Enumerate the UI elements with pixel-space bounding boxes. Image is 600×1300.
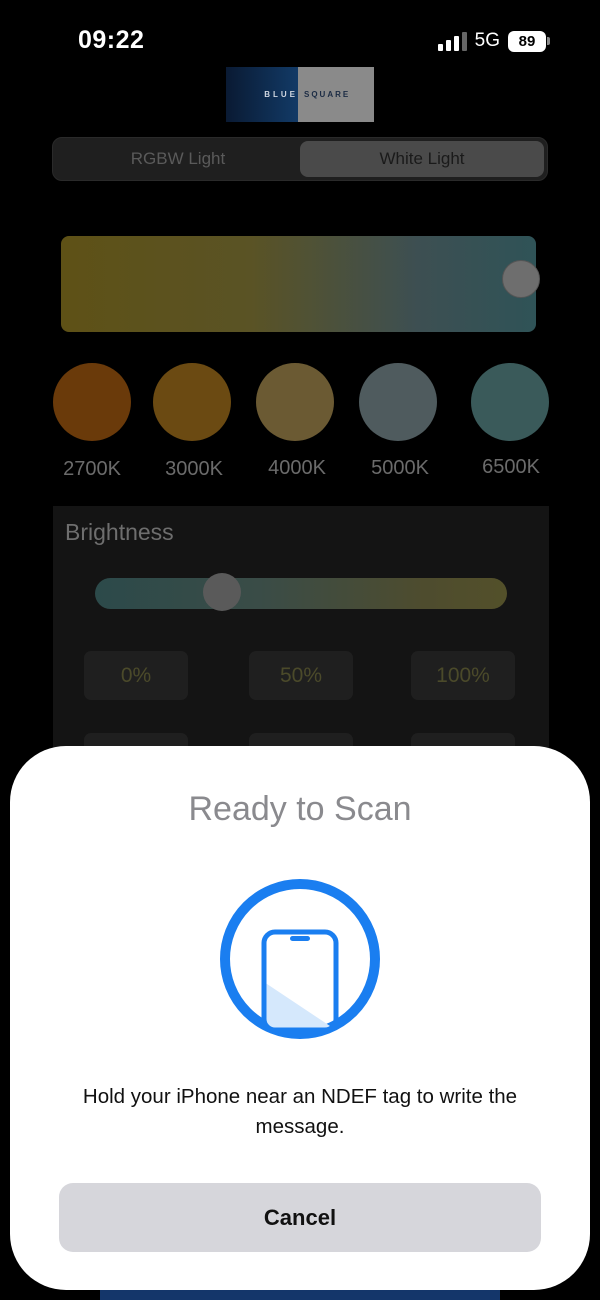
brightness-slider[interactable] — [95, 578, 507, 609]
network-type: 5G — [474, 30, 500, 51]
light-mode-segmented-control: RGBW Light White Light — [52, 137, 548, 181]
battery-icon: 89 — [508, 30, 550, 52]
sheet-title: Ready to Scan — [188, 790, 412, 828]
tab-white-light[interactable]: White Light — [300, 141, 544, 177]
color-temperature-thumb[interactable] — [502, 260, 540, 298]
preset-6500k-label: 6500K — [482, 456, 540, 478]
preset-4000k-label: 4000K — [268, 457, 326, 479]
tab-rgbw-light[interactable]: RGBW Light — [56, 141, 300, 177]
logo-text-square: SQUARE — [304, 90, 351, 99]
phone-scan-icon — [220, 879, 380, 1039]
battery-level: 89 — [508, 30, 546, 52]
sheet-message: Hold your iPhone near an NDEF tag to wri… — [82, 1085, 518, 1138]
brightness-title: Brightness — [65, 519, 174, 545]
brightness-0-button[interactable]: 0% — [84, 651, 188, 700]
preset-3000k-swatch[interactable] — [153, 363, 231, 441]
preset-5000k-swatch[interactable] — [359, 363, 437, 441]
preset-5000k-label: 5000K — [371, 457, 429, 479]
color-temperature-slider[interactable] — [61, 236, 536, 332]
status-time: 09:22 — [78, 26, 145, 54]
cancel-button[interactable]: Cancel — [59, 1183, 541, 1252]
preset-4000k-swatch[interactable] — [256, 363, 334, 441]
preset-3000k-label: 3000K — [165, 458, 223, 480]
preset-6500k-swatch[interactable] — [471, 363, 549, 441]
cellular-signal-icon — [437, 31, 467, 51]
preset-2700k-label: 2700K — [63, 458, 121, 480]
brand-logo: BLUE SQUARE — [226, 67, 374, 122]
preset-2700k-swatch[interactable] — [53, 363, 131, 441]
brightness-thumb[interactable] — [203, 573, 241, 611]
brightness-100-button[interactable]: 100% — [411, 651, 515, 700]
brightness-50-button[interactable]: 50% — [249, 651, 353, 700]
logo-text-blue: BLUE — [264, 90, 298, 99]
status-indicators: 5G 89 — [437, 30, 550, 52]
